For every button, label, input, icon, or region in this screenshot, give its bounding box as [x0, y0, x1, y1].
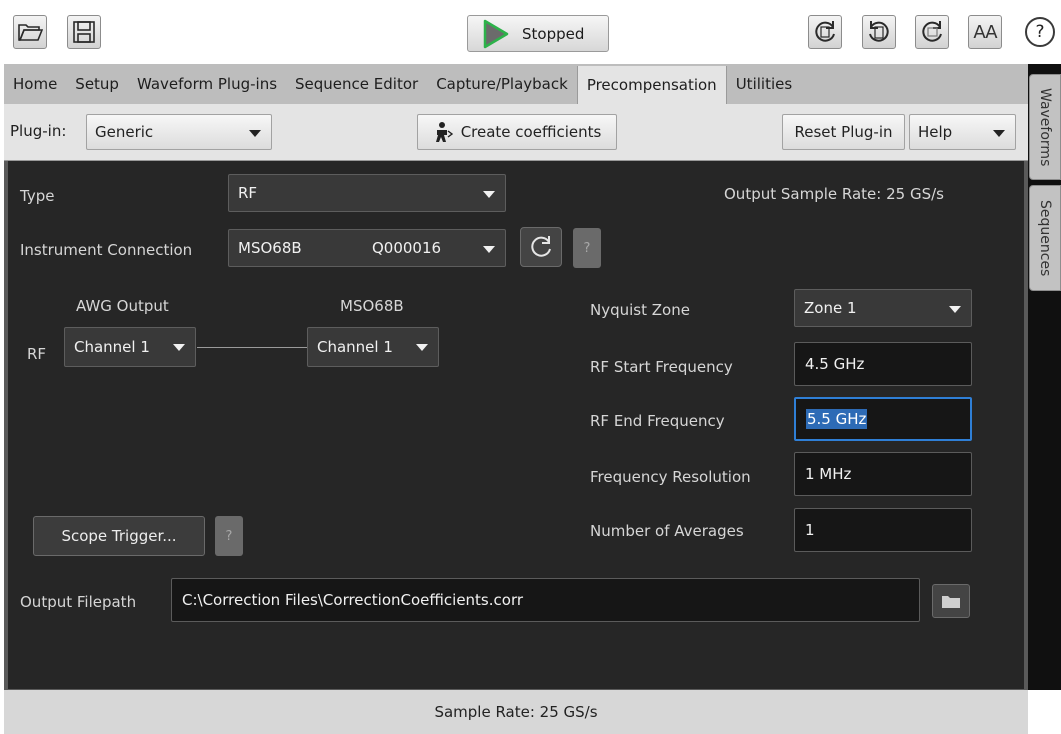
frequency-resolution-value: 1 MHz	[805, 465, 852, 483]
channel-link-line	[197, 347, 307, 348]
scope-channel-value: Channel 1	[317, 338, 393, 356]
reset-plugin-button[interactable]: Reset Plug-in	[782, 114, 905, 150]
coefficient-person-icon	[435, 122, 453, 142]
nyquist-zone-value: Zone 1	[804, 299, 857, 317]
top-toolbar: Stopped AA ?	[0, 0, 1061, 64]
redo-icon	[922, 21, 942, 42]
side-tab-sequences[interactable]: Sequences	[1029, 185, 1061, 291]
tab-capture-playback[interactable]: Capture/Playback	[427, 64, 577, 104]
rf-start-frequency-label: RF Start Frequency	[590, 358, 733, 376]
run-stop-button[interactable]: Stopped	[467, 15, 609, 52]
output-filepath-input[interactable]: C:\Correction Files\CorrectionCoefficien…	[171, 578, 920, 622]
awg-channel-value: Channel 1	[74, 338, 150, 356]
play-icon	[483, 19, 509, 48]
connection-model: MSO68B	[238, 239, 302, 257]
create-coefficients-label: Create coefficients	[460, 123, 602, 141]
scope-channel-select[interactable]: Channel 1	[307, 327, 439, 367]
chevron-down-icon	[483, 191, 495, 198]
chevron-down-icon	[993, 130, 1005, 137]
number-of-averages-label: Number of Averages	[590, 522, 744, 540]
type-select[interactable]: RF	[228, 174, 506, 212]
chevron-down-icon	[173, 344, 185, 351]
plugin-label: Plug-in:	[10, 122, 67, 140]
reset-instrument-button[interactable]	[808, 15, 842, 49]
help-select-value: Help	[918, 123, 953, 141]
help-button[interactable]: ?	[1025, 17, 1055, 47]
tab-waveform-plugins[interactable]: Waveform Plug-ins	[128, 64, 286, 104]
rf-start-frequency-value: 4.5 GHz	[805, 355, 865, 373]
awg-channel-select[interactable]: Channel 1	[64, 327, 196, 367]
refresh-icon	[531, 236, 551, 257]
instrument-connection-label: Instrument Connection	[20, 241, 193, 259]
help-select[interactable]: Help	[909, 114, 1016, 150]
rf-end-frequency-label: RF End Frequency	[590, 412, 725, 430]
folder-open-icon	[18, 24, 43, 41]
side-tab-waveforms[interactable]: Waveforms	[1029, 74, 1061, 180]
output-sample-rate-text: Output Sample Rate: 25 GS/s	[724, 185, 944, 203]
rf-end-frequency-value: 5.5 GHz	[806, 409, 868, 429]
connection-help-button[interactable]: ?	[573, 228, 601, 268]
scope-trigger-button[interactable]: Scope Trigger...	[33, 516, 205, 556]
type-label: Type	[20, 187, 55, 205]
undo-calc-icon	[869, 21, 889, 42]
nyquist-zone-label: Nyquist Zone	[590, 301, 690, 319]
status-bar: Sample Rate: 25 GS/s	[4, 690, 1028, 734]
save-file-button[interactable]	[67, 15, 101, 49]
status-sample-rate: Sample Rate: 25 GS/s	[434, 703, 598, 721]
side-tab-waveforms-label: Waveforms	[1037, 87, 1053, 167]
font-size-button[interactable]: AA	[968, 15, 1002, 49]
instrument-connection-select[interactable]: MSO68B Q000016	[228, 229, 506, 267]
chevron-down-icon	[483, 246, 495, 253]
plugin-value: Generic	[95, 123, 154, 141]
rf-end-frequency-input[interactable]: 5.5 GHz	[794, 397, 972, 441]
chevron-down-icon	[949, 306, 961, 313]
reset-cycle-icon	[815, 21, 835, 42]
open-file-button[interactable]	[13, 15, 47, 49]
frequency-resolution-input[interactable]: 1 MHz	[794, 452, 972, 496]
rf-label: RF	[27, 345, 47, 363]
status-bar-corner	[1028, 690, 1061, 734]
tab-home[interactable]: Home	[4, 64, 66, 104]
output-filepath-label: Output Filepath	[20, 593, 137, 611]
awg-output-label: AWG Output	[76, 297, 169, 315]
type-value: RF	[238, 184, 258, 202]
main-tabs: Home Setup Waveform Plug-ins Sequence Ed…	[4, 64, 1028, 104]
connection-serial: Q000016	[372, 239, 442, 257]
number-of-averages-value: 1	[805, 521, 815, 539]
chevron-down-icon	[249, 130, 261, 137]
frequency-resolution-label: Frequency Resolution	[590, 468, 751, 486]
output-filepath-value: C:\Correction Files\CorrectionCoefficien…	[182, 591, 524, 609]
scope-model-label: MSO68B	[340, 297, 404, 315]
font-size-label: AA	[973, 21, 997, 43]
plugin-select[interactable]: Generic	[86, 114, 272, 150]
folder-icon	[942, 596, 960, 608]
side-tab-sequences-label: Sequences	[1037, 199, 1053, 277]
nyquist-zone-select[interactable]: Zone 1	[794, 289, 972, 327]
precompensation-panel: Type RF Output Sample Rate: 25 GS/s Inst…	[8, 161, 1024, 689]
floppy-save-icon	[73, 21, 95, 43]
tab-setup[interactable]: Setup	[66, 64, 128, 104]
scope-trigger-help-button[interactable]: ?	[215, 516, 243, 556]
rf-start-frequency-input[interactable]: 4.5 GHz	[794, 342, 972, 386]
redo-button[interactable]	[915, 15, 949, 49]
tab-sequence-editor[interactable]: Sequence Editor	[286, 64, 427, 104]
chevron-down-icon	[416, 344, 428, 351]
tab-utilities[interactable]: Utilities	[727, 64, 801, 104]
browse-filepath-button[interactable]	[932, 584, 970, 618]
create-coefficients-button[interactable]: Create coefficients	[417, 114, 617, 150]
number-of-averages-input[interactable]: 1	[794, 508, 972, 552]
run-state-label: Stopped	[522, 24, 585, 43]
refresh-connection-button[interactable]	[520, 227, 562, 267]
undo-button[interactable]	[862, 15, 896, 49]
tab-precompensation[interactable]: Precompensation	[576, 66, 727, 104]
plugin-bar: Plug-in: Generic Create coefficients Res…	[4, 104, 1028, 161]
